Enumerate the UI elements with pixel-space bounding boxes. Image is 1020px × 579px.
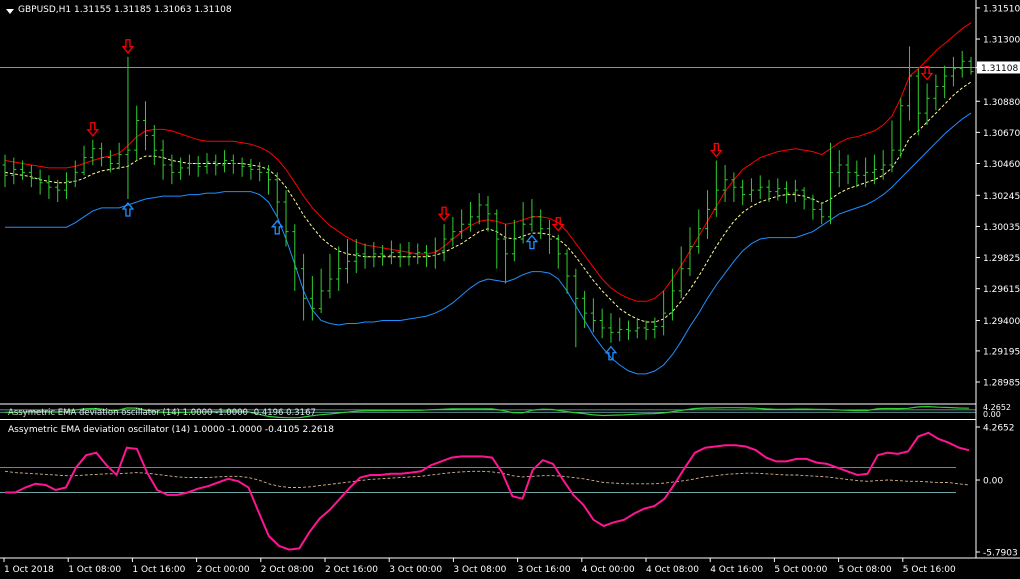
- osc-tick-label: 0.00: [983, 477, 1003, 487]
- price-tick-label: 1.30880: [983, 98, 1020, 108]
- time-tick-label: 4 Oct 00:00: [582, 565, 635, 575]
- collapse-triangle-icon[interactable]: [6, 9, 14, 14]
- time-tick-label: 3 Oct 16:00: [518, 565, 571, 575]
- price-tick-label: 1.28985: [983, 379, 1020, 389]
- time-tick-label: 2 Oct 16:00: [325, 565, 378, 575]
- time-tick-label: 1 Oct 16:00: [132, 565, 185, 575]
- mini-tick-label: 0.00: [983, 410, 1001, 419]
- time-tick-label: 1 Oct 2018: [4, 565, 54, 575]
- time-tick-label: 5 Oct 00:00: [774, 565, 827, 575]
- bid-price-label: 1.31108: [981, 64, 1018, 74]
- time-tick-label: 5 Oct 08:00: [839, 565, 892, 575]
- time-tick-label: 2 Oct 08:00: [261, 565, 314, 575]
- time-tick-label: 2 Oct 00:00: [197, 565, 250, 575]
- price-tick-label: 1.31510: [983, 4, 1020, 14]
- time-tick-label: 5 Oct 16:00: [903, 565, 956, 575]
- chart-canvas[interactable]: 1.31510 1.31300 1.30880 1.30670 1.30460 1.302…: [0, 0, 1020, 579]
- chart-window[interactable]: 1.31510 1.31300 1.30880 1.30670 1.30460 1.302…: [0, 0, 1020, 579]
- price-tick-label: 1.30245: [983, 192, 1020, 202]
- price-tick-label: 1.30670: [983, 129, 1020, 139]
- price-tick-label: 1.30035: [983, 223, 1020, 233]
- time-tick-label: 3 Oct 00:00: [389, 565, 442, 575]
- price-tick-label: 1.31300: [983, 36, 1020, 46]
- time-tick-label: 4 Oct 16:00: [710, 565, 763, 575]
- price-tick-label: 1.29825: [983, 254, 1020, 264]
- time-tick-label: 1 Oct 08:00: [68, 565, 121, 575]
- price-tick-label: 1.29195: [983, 347, 1020, 357]
- time-tick-label: 3 Oct 08:00: [453, 565, 506, 575]
- price-tick-label: 1.30460: [983, 160, 1020, 170]
- price-tick-label: 1.29400: [983, 317, 1020, 327]
- price-tick-label: 1.29615: [983, 285, 1020, 295]
- osc-tick-label: 4.2652: [983, 424, 1015, 434]
- osc-tick-label: -5.7903: [983, 549, 1018, 559]
- time-tick-label: 4 Oct 08:00: [646, 565, 699, 575]
